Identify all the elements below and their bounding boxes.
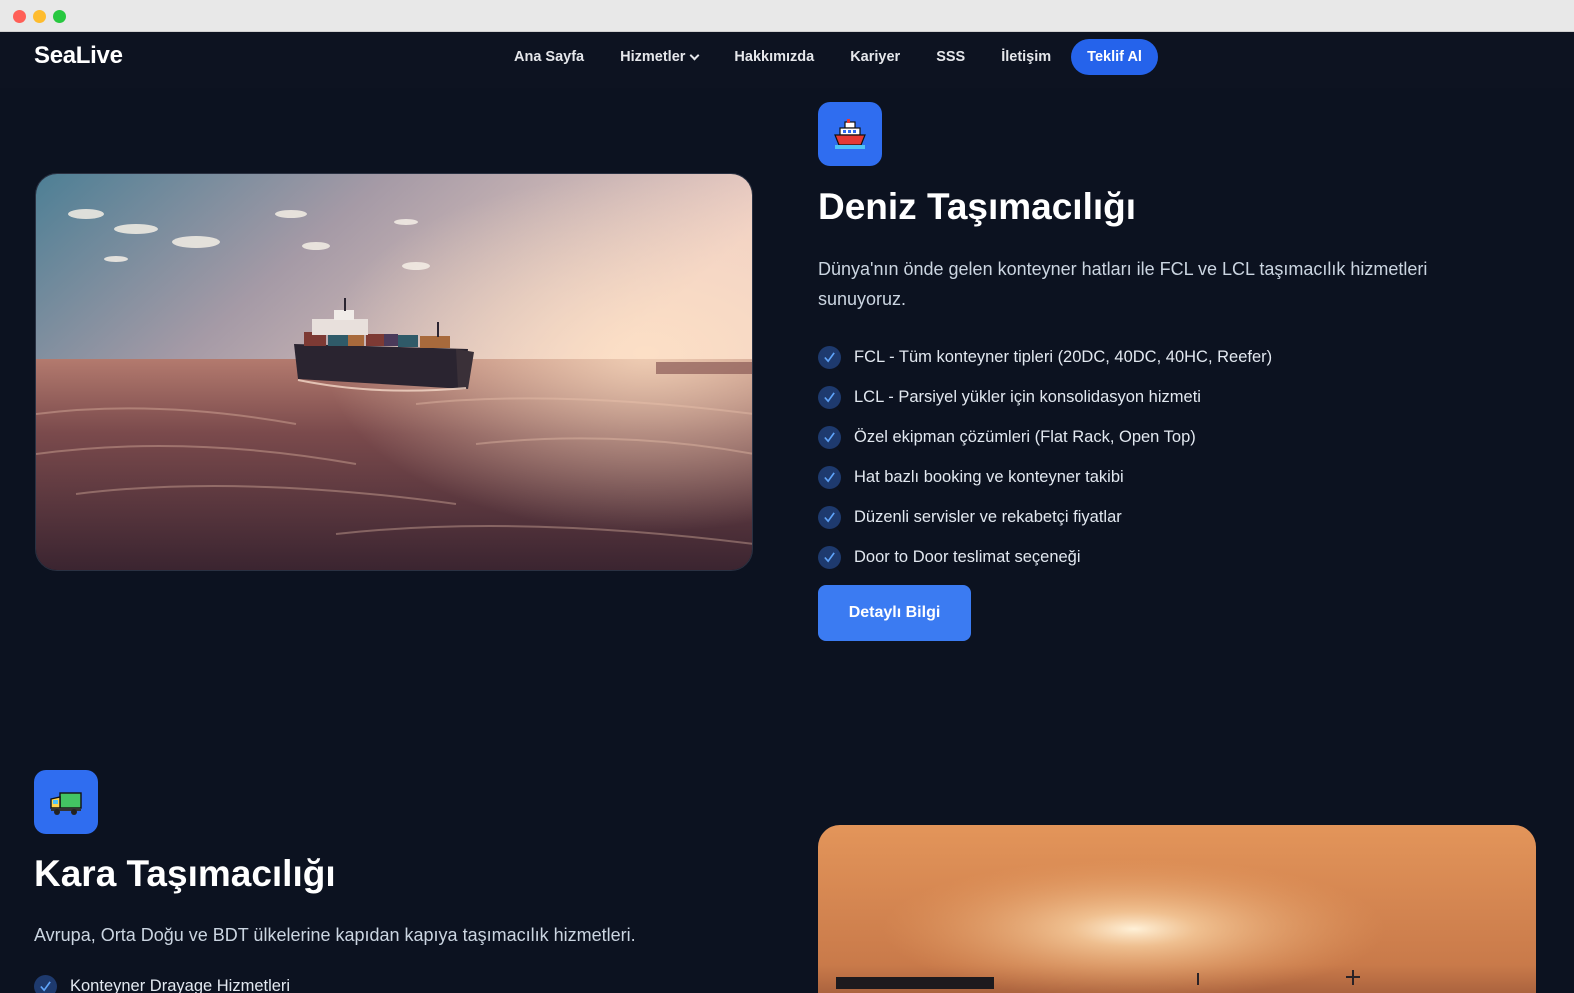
feature-label: Door to Door teslimat seçeneği bbox=[854, 547, 1081, 566]
feature-label: LCL - Parsiyel yükler için konsolidasyon… bbox=[854, 387, 1201, 406]
feature-list: Konteyner Drayage Hizmetleri bbox=[34, 966, 290, 993]
feature-label: Hat bazlı booking ve konteyner takibi bbox=[854, 467, 1124, 486]
nav-item-faq[interactable]: SSS bbox=[936, 49, 965, 65]
check-icon bbox=[818, 465, 841, 489]
container-ship-image bbox=[35, 173, 753, 571]
section-title: Deniz Taşımacılığı bbox=[818, 186, 1137, 227]
container-ship-illustration bbox=[36, 174, 752, 570]
detail-info-button[interactable]: Detaylı Bilgi bbox=[818, 585, 971, 641]
check-icon bbox=[818, 425, 841, 449]
site-header: SeaLive Ana Sayfa Hizmetler Hakkımızda K… bbox=[0, 32, 1574, 88]
ship-icon bbox=[818, 102, 882, 166]
window-titlebar bbox=[0, 0, 1574, 32]
section-title: Kara Taşımacılığı bbox=[34, 853, 336, 894]
list-item: Hat bazlı booking ve konteyner takibi bbox=[818, 457, 1272, 497]
list-item: Konteyner Drayage Hizmetleri bbox=[34, 966, 290, 993]
feature-label: FCL - Tüm konteyner tipleri (20DC, 40DC,… bbox=[854, 347, 1273, 366]
section-description: Avrupa, Orta Doğu ve BDT ülkelerine kapı… bbox=[34, 925, 636, 945]
nav-item-services[interactable]: Hizmetler bbox=[620, 49, 700, 65]
minimize-window-button[interactable] bbox=[33, 10, 46, 23]
brand-logo[interactable]: SeaLive bbox=[34, 42, 123, 70]
check-icon bbox=[818, 385, 841, 409]
ship-glyph bbox=[834, 119, 866, 149]
nav-item-services-label: Hizmetler bbox=[620, 49, 686, 65]
nav-item-contact[interactable]: İletişim bbox=[1001, 49, 1051, 65]
feature-label: Düzenli servisler ve rekabetçi fiyatlar bbox=[854, 507, 1122, 526]
list-item: Door to Door teslimat seçeneği bbox=[818, 537, 1272, 577]
check-icon bbox=[818, 505, 841, 529]
get-quote-button[interactable]: Teklif Al bbox=[1071, 39, 1158, 75]
section-description: Dünya'nın önde gelen konteyner hatları i… bbox=[818, 259, 1428, 309]
list-item: Düzenli servisler ve rekabetçi fiyatlar bbox=[818, 497, 1272, 537]
truck-glyph bbox=[50, 792, 82, 815]
nav-item-careers[interactable]: Kariyer bbox=[850, 49, 900, 65]
sunset-port-image bbox=[818, 825, 1536, 993]
check-icon bbox=[34, 974, 57, 993]
chevron-down-icon bbox=[689, 50, 700, 60]
feature-label: Özel ekipman çözümleri (Flat Rack, Open … bbox=[854, 427, 1196, 446]
list-item: Özel ekipman çözümleri (Flat Rack, Open … bbox=[818, 417, 1272, 457]
sunset-port-illustration bbox=[818, 825, 1536, 993]
feature-label: Konteyner Drayage Hizmetleri bbox=[70, 976, 291, 993]
list-item: FCL - Tüm konteyner tipleri (20DC, 40DC,… bbox=[818, 337, 1272, 377]
main-nav: Ana Sayfa Hizmetler Hakkımızda Kariyer S… bbox=[514, 32, 1158, 82]
check-icon bbox=[818, 545, 841, 569]
maximize-window-button[interactable] bbox=[53, 10, 66, 23]
truck-icon bbox=[34, 770, 98, 834]
close-window-button[interactable] bbox=[13, 10, 26, 23]
check-icon bbox=[818, 345, 841, 369]
list-item: LCL - Parsiyel yükler için konsolidasyon… bbox=[818, 377, 1272, 417]
nav-item-about[interactable]: Hakkımızda bbox=[734, 49, 814, 65]
feature-list: FCL - Tüm konteyner tipleri (20DC, 40DC,… bbox=[818, 337, 1272, 577]
nav-item-home[interactable]: Ana Sayfa bbox=[514, 49, 584, 65]
